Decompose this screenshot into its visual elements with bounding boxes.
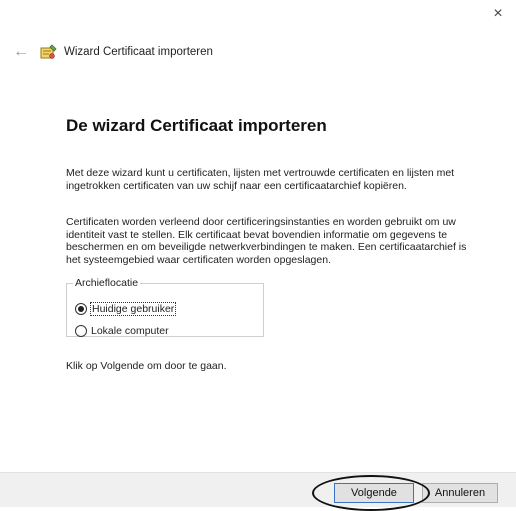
continue-hint: Klik op Volgende om door te gaan.: [66, 360, 227, 372]
radio-button-unselected[interactable]: [75, 325, 87, 337]
back-button[interactable]: ←: [10, 41, 32, 63]
wizard-footer: Volgende Annuleren: [0, 472, 516, 511]
description-paragraph: Certificaten worden verleend door certif…: [66, 216, 467, 266]
store-location-group: Archieflocatie Huidige gebruiker Lokale …: [66, 277, 264, 337]
radio-current-user-label[interactable]: Huidige gebruiker: [89, 302, 177, 316]
wizard-titlebar: ← Wizard Certificaat importeren: [10, 40, 213, 64]
wizard-content: De wizard Certificaat importeren Met dez…: [0, 70, 510, 470]
next-button[interactable]: Volgende: [334, 483, 414, 503]
wizard-window: × ← Wizard Certificaat importeren De wiz…: [0, 0, 516, 511]
radio-button-selected[interactable]: [75, 303, 87, 315]
certificate-wizard-icon: [40, 44, 57, 59]
page-title: De wizard Certificaat importeren: [66, 116, 327, 135]
cancel-button[interactable]: Annuleren: [422, 483, 498, 503]
window-title: Wizard Certificaat importeren: [64, 46, 213, 58]
radio-local-computer-label[interactable]: Lokale computer: [91, 325, 169, 337]
radio-current-user[interactable]: Huidige gebruiker: [75, 302, 177, 316]
back-arrow-icon[interactable]: ←: [13, 43, 29, 61]
radio-local-computer[interactable]: Lokale computer: [75, 325, 169, 337]
intro-paragraph: Met deze wizard kunt u certificaten, lij…: [66, 167, 455, 192]
store-location-legend: Archieflocatie: [75, 277, 139, 289]
close-button[interactable]: ×: [486, 2, 510, 26]
close-icon[interactable]: ×: [493, 5, 502, 22]
